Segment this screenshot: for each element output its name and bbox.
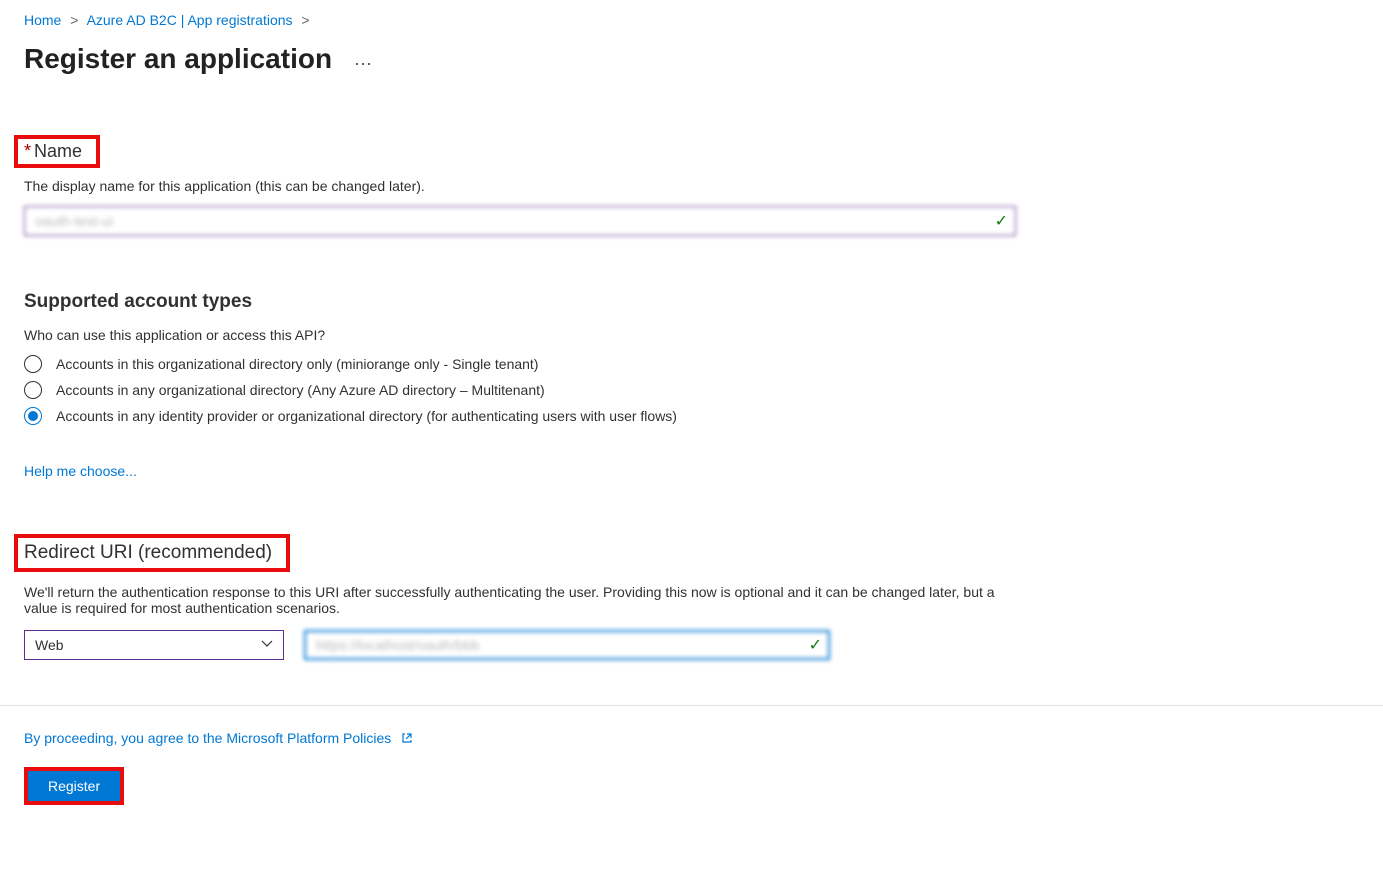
account-types-heading: Supported account types: [24, 291, 1359, 313]
highlight-redirect-heading: Redirect URI (recommended): [14, 534, 290, 572]
footer: By proceeding, you agree to the Microsof…: [0, 705, 1383, 805]
platform-select-value: Web: [35, 637, 64, 653]
breadcrumb-separator: >: [296, 12, 314, 28]
redirect-uri-description: We'll return the authentication response…: [24, 584, 1014, 616]
account-types-question: Who can use this application or access t…: [24, 327, 1359, 343]
account-type-option-single-tenant[interactable]: Accounts in this organizational director…: [24, 355, 1359, 373]
radio-icon: [24, 407, 42, 425]
chevron-down-icon: [261, 638, 273, 653]
check-valid-icon: ✓: [809, 635, 822, 655]
name-field-label: *Name: [24, 141, 82, 162]
account-type-option-multitenant[interactable]: Accounts in any organizational directory…: [24, 381, 1359, 399]
redirect-uri-input[interactable]: [304, 630, 830, 660]
breadcrumb: Home > Azure AD B2C | App registrations …: [24, 12, 1359, 28]
platform-policies-link[interactable]: By proceeding, you agree to the Microsof…: [24, 730, 413, 746]
help-me-choose-link[interactable]: Help me choose...: [24, 463, 137, 479]
highlight-name-label: *Name: [14, 135, 100, 168]
radio-icon: [24, 381, 42, 399]
application-name-input[interactable]: [24, 206, 1016, 236]
radio-label: Accounts in this organizational director…: [56, 356, 538, 372]
register-button[interactable]: Register: [28, 771, 120, 801]
more-actions-button[interactable]: ⋯: [354, 54, 374, 75]
radio-icon: [24, 355, 42, 373]
policy-link-text: By proceeding, you agree to the Microsof…: [24, 730, 391, 746]
name-label-text: Name: [34, 141, 82, 161]
name-field-description: The display name for this application (t…: [24, 178, 1359, 194]
required-star-icon: *: [24, 141, 31, 161]
breadcrumb-home[interactable]: Home: [24, 12, 61, 28]
radio-label: Accounts in any organizational directory…: [56, 382, 545, 398]
page-title: Register an application: [24, 43, 332, 75]
redirect-platform-select[interactable]: Web: [24, 630, 284, 660]
breadcrumb-separator: >: [65, 12, 83, 28]
highlight-register-button: Register: [24, 767, 124, 805]
check-valid-icon: ✓: [995, 211, 1008, 231]
redirect-uri-heading: Redirect URI (recommended): [24, 542, 272, 563]
external-link-icon: [401, 731, 413, 747]
radio-label: Accounts in any identity provider or org…: [56, 408, 677, 424]
account-types-radio-group: Accounts in this organizational director…: [24, 355, 1359, 425]
account-type-option-any-idp[interactable]: Accounts in any identity provider or org…: [24, 407, 1359, 425]
breadcrumb-service[interactable]: Azure AD B2C | App registrations: [87, 12, 293, 28]
